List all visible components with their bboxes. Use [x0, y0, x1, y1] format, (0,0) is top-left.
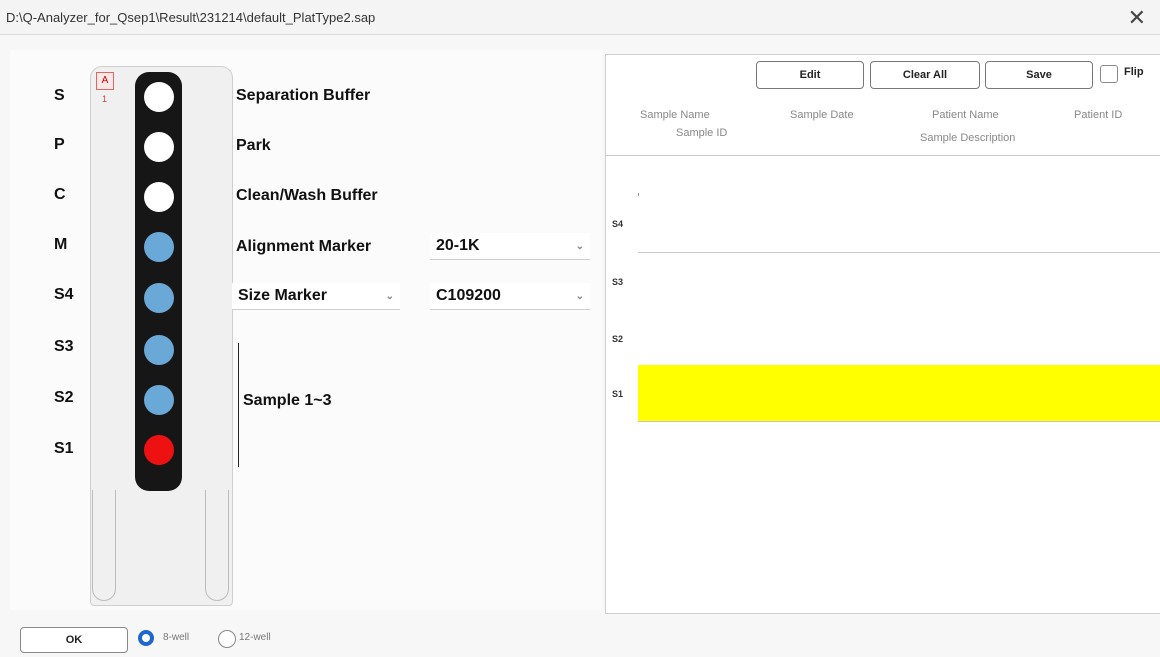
chevron-down-icon: ⌄: [575, 291, 584, 302]
well-s1[interactable]: [144, 435, 174, 465]
size-marker-type-dropdown[interactable]: Size Marker ⌄: [232, 283, 400, 310]
chip-left-leg: [92, 490, 116, 601]
radio-8-well[interactable]: [138, 630, 154, 646]
size-marker-value: C109200: [436, 287, 501, 304]
sample-bracket: [238, 343, 239, 467]
row-id-s4: S4: [612, 219, 624, 229]
row-label-s2: S2: [54, 389, 74, 406]
row-label-s: S: [54, 87, 65, 104]
save-button[interactable]: Save: [985, 61, 1093, 89]
row-label-c: C: [54, 186, 66, 203]
chip-number: 1: [102, 94, 108, 104]
radio-8-well-label: 8-well: [163, 632, 190, 643]
size-marker-label: Size Marker: [238, 287, 327, 304]
close-icon[interactable]: ✕: [1128, 5, 1146, 31]
sample-range-label: Sample 1~3: [243, 392, 332, 409]
chevron-down-icon: ⌄: [575, 241, 584, 252]
table-row-s2[interactable]: [638, 309, 1160, 366]
flip-label: Flip: [1124, 66, 1144, 78]
well-c[interactable]: [144, 182, 174, 212]
park-label: Park: [236, 137, 271, 154]
clean-wash-label: Clean/Wash Buffer: [236, 187, 378, 204]
chip-right-leg: [205, 490, 229, 601]
col-sample-name: Sample Name: [640, 109, 710, 121]
row-label-p: P: [54, 136, 65, 153]
table-row-s3[interactable]: [638, 253, 1160, 310]
well-m[interactable]: [144, 232, 174, 262]
table-row-s4[interactable]: [638, 196, 1160, 253]
col-sample-id: Sample ID: [676, 127, 728, 139]
table-header-divider: [606, 155, 1160, 156]
clear-all-button[interactable]: Clear All: [870, 61, 980, 89]
radio-12-well[interactable]: [218, 630, 236, 648]
ok-button[interactable]: OK: [20, 627, 128, 653]
col-sample-date: Sample Date: [790, 109, 854, 121]
edit-button[interactable]: Edit: [756, 61, 864, 89]
row-label-m: M: [54, 236, 68, 253]
radio-12-well-label: 12-well: [239, 632, 271, 643]
row-id-s3: S3: [612, 277, 624, 287]
row-label-s4: S4: [54, 286, 74, 303]
row-id-s2: S2: [612, 334, 624, 344]
col-sample-description: Sample Description: [920, 132, 1016, 144]
row-label-s3: S3: [54, 338, 74, 355]
alignment-marker-value: 20-1K: [436, 237, 480, 254]
flip-checkbox[interactable]: [1100, 65, 1118, 83]
separation-buffer-label: Separation Buffer: [236, 87, 371, 104]
warning-icon: A: [96, 72, 114, 90]
well-s3[interactable]: [144, 335, 174, 365]
col-patient-id: Patient ID: [1074, 109, 1123, 121]
well-s4[interactable]: [144, 283, 174, 313]
row-id-s1: S1: [612, 389, 624, 399]
well-s2[interactable]: [144, 385, 174, 415]
window-title: D:\Q-Analyzer_for_Qsep1\Result\231214\de…: [6, 10, 376, 25]
title-bar: D:\Q-Analyzer_for_Qsep1\Result\231214\de…: [0, 0, 1160, 35]
size-marker-dropdown[interactable]: C109200 ⌄: [430, 283, 590, 310]
col-patient-name: Patient Name: [932, 109, 999, 121]
row-label-s1: S1: [54, 440, 74, 457]
alignment-marker-label: Alignment Marker: [236, 238, 372, 255]
well-p[interactable]: [144, 132, 174, 162]
chevron-down-icon: ⌄: [385, 291, 394, 302]
alignment-marker-dropdown[interactable]: 20-1K ⌄: [430, 233, 590, 260]
table-row-s1[interactable]: [638, 365, 1160, 422]
well-s[interactable]: [144, 82, 174, 112]
